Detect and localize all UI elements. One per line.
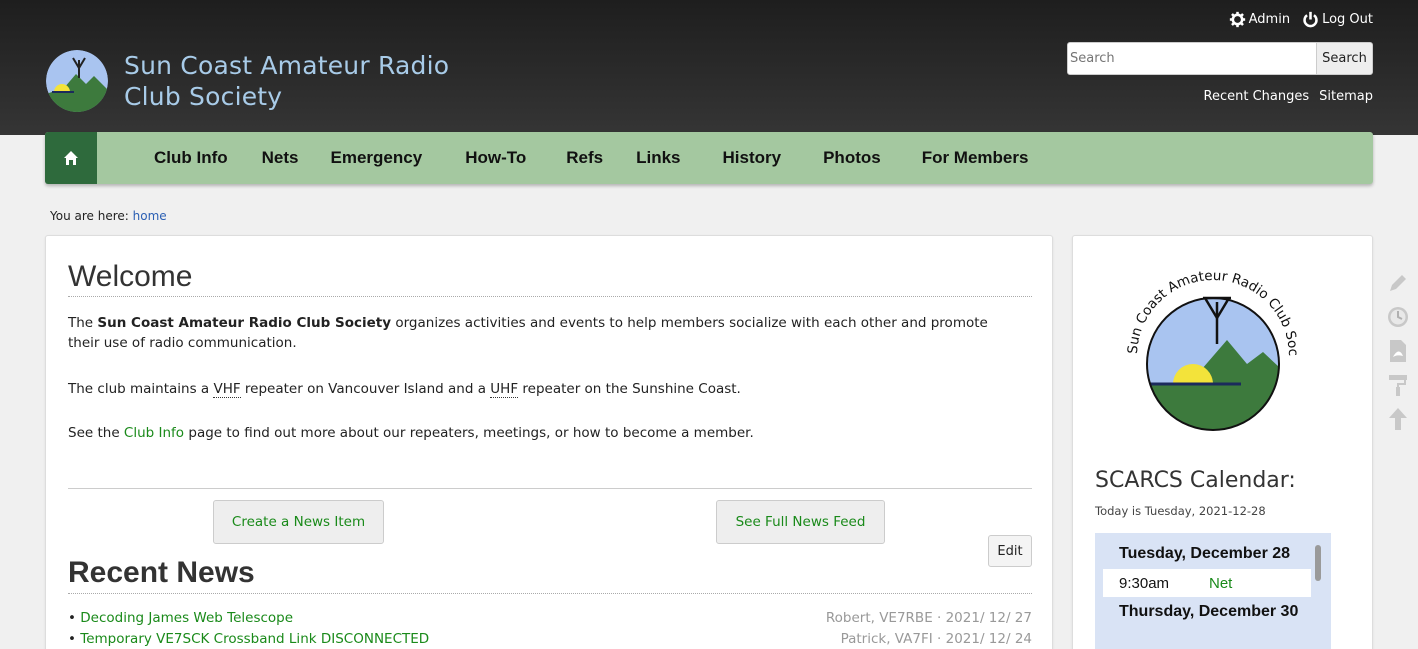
admin-label[interactable]: Admin: [1249, 12, 1290, 27]
news-title[interactable]: Decoding James Web Telescope: [68, 610, 293, 631]
paint-roller-icon: [1389, 375, 1407, 396]
repeater-text-c: repeater on the Sunshine Coast.: [518, 381, 741, 397]
logout-link[interactable]: Log Out: [1302, 11, 1373, 28]
page-tools: [1382, 270, 1414, 432]
nav-item-club-info[interactable]: Club Info: [154, 148, 228, 168]
home-button[interactable]: [45, 132, 97, 184]
admin-link[interactable]: Admin: [1229, 11, 1290, 28]
gear-icon: [1229, 11, 1245, 28]
breadcrumb: You are here: home: [50, 209, 167, 223]
site-title-line2[interactable]: Club Society: [124, 81, 449, 112]
pdf-icon: [1390, 340, 1406, 362]
nav-item-how-to[interactable]: How-To: [465, 148, 526, 168]
calendar-day: Tuesday, December 28: [1119, 545, 1291, 562]
arrow-up-icon: [1389, 408, 1407, 430]
format-tool[interactable]: [1385, 372, 1411, 398]
search-input[interactable]: [1067, 42, 1317, 75]
main-content: Welcome The Sun Coast Amateur Radio Club…: [45, 235, 1053, 649]
event-time: 9:30am: [1119, 574, 1170, 592]
nav-item-photos[interactable]: Photos: [823, 148, 881, 168]
site-tools: Recent Changes Sitemap: [1204, 89, 1373, 104]
main-nav: Club Info Nets Emergency How-To Refs Links His…: [45, 132, 1373, 184]
event-name[interactable]: Net: [1209, 575, 1232, 592]
club-info-paragraph: See the Club Info page to find out more …: [68, 423, 1008, 443]
repeater-text-b: repeater on Vancouver Island and a: [240, 381, 491, 397]
repeater-paragraph: The club maintains a VHF repeater on Van…: [68, 379, 1008, 399]
club-info-link[interactable]: Club Info: [124, 425, 184, 441]
nav-item-refs[interactable]: Refs: [566, 148, 603, 168]
club-logo: Sun Coast Amateur Radio Club Society: [1113, 248, 1309, 436]
full-news-feed-button[interactable]: See Full News Feed: [716, 500, 885, 544]
repeater-text-a: The club maintains a: [68, 381, 214, 397]
power-icon: [1303, 11, 1318, 28]
calendar-event[interactable]: 9:30am Net: [1103, 569, 1311, 597]
recent-changes-link[interactable]: Recent Changes: [1204, 89, 1310, 104]
recent-news-divider: [68, 593, 1032, 594]
intro-text-a: The: [68, 315, 98, 331]
create-news-button[interactable]: Create a News Item: [213, 500, 384, 544]
back-to-top-tool[interactable]: [1385, 406, 1411, 432]
nav-item-links[interactable]: Links: [636, 148, 680, 168]
home-icon: [64, 151, 78, 165]
calendar-day: Thursday, December 30: [1119, 603, 1299, 620]
edit-page-tool[interactable]: [1385, 270, 1411, 296]
uhf-abbr[interactable]: UHF: [490, 381, 519, 398]
nav-item-emergency[interactable]: Emergency: [331, 148, 423, 168]
pencil-icon: [1390, 275, 1406, 291]
sitemap-link[interactable]: Sitemap: [1319, 89, 1373, 104]
calendar-scrollbar[interactable]: [1315, 545, 1321, 581]
news-meta: Robert, VE7RBE · 2021/ 12/ 27: [825, 610, 1032, 626]
site-title[interactable]: Sun Coast Amateur Radio Club Society: [124, 50, 449, 112]
calendar-title: SCARCS Calendar:: [1095, 468, 1296, 493]
calendar-today: Today is Tuesday, 2021-12-28: [1095, 504, 1266, 518]
heading-divider: [68, 296, 1032, 297]
news-title[interactable]: Temporary VE7SCK Crossband Link DISCONNE…: [68, 631, 429, 649]
calendar-widget[interactable]: Tuesday, December 28 9:30am Net Thursday…: [1095, 533, 1331, 649]
news-item: Decoding James Web Telescope Robert, VE7…: [68, 610, 1032, 631]
breadcrumb-home[interactable]: home: [133, 209, 167, 223]
clock-icon: [1388, 307, 1408, 327]
club-info-text-a: See the: [68, 425, 124, 441]
old-revisions-tool[interactable]: [1385, 304, 1411, 330]
logout-label[interactable]: Log Out: [1322, 12, 1373, 27]
section-divider: [68, 488, 1032, 489]
vhf-abbr[interactable]: VHF: [213, 381, 241, 398]
news-item: Temporary VE7SCK Crossband Link DISCONNE…: [68, 631, 1032, 649]
edit-button[interactable]: Edit: [988, 535, 1032, 567]
breadcrumb-prefix: You are here:: [50, 209, 129, 223]
search-button[interactable]: Search: [1316, 42, 1373, 75]
club-info-text-b: page to find out more about our repeater…: [184, 425, 754, 441]
welcome-heading: Welcome: [68, 260, 193, 293]
site-logo[interactable]: [46, 50, 108, 112]
export-pdf-tool[interactable]: [1385, 338, 1411, 364]
site-title-line1[interactable]: Sun Coast Amateur Radio: [124, 50, 449, 81]
user-tools: Admin Log Out: [1229, 11, 1373, 28]
nav-item-nets[interactable]: Nets: [262, 148, 299, 168]
intro-paragraph: The Sun Coast Amateur Radio Club Society…: [68, 313, 1008, 353]
site-header: Sun Coast Amateur Radio Club Society Adm…: [0, 0, 1418, 135]
nav-item-for-members[interactable]: For Members: [922, 148, 1029, 168]
recent-news-heading: Recent News: [68, 556, 255, 589]
news-list: Decoding James Web Telescope Robert, VE7…: [68, 610, 1032, 649]
sidebar: Sun Coast Amateur Radio Club Society SCA…: [1072, 235, 1373, 649]
news-meta: Patrick, VA7FI · 2021/ 12/ 24: [840, 631, 1032, 647]
nav-items: Club Info Nets Emergency How-To Refs Links His…: [154, 148, 1028, 168]
nav-item-history[interactable]: History: [723, 148, 782, 168]
club-name: Sun Coast Amateur Radio Club Society: [97, 315, 392, 331]
